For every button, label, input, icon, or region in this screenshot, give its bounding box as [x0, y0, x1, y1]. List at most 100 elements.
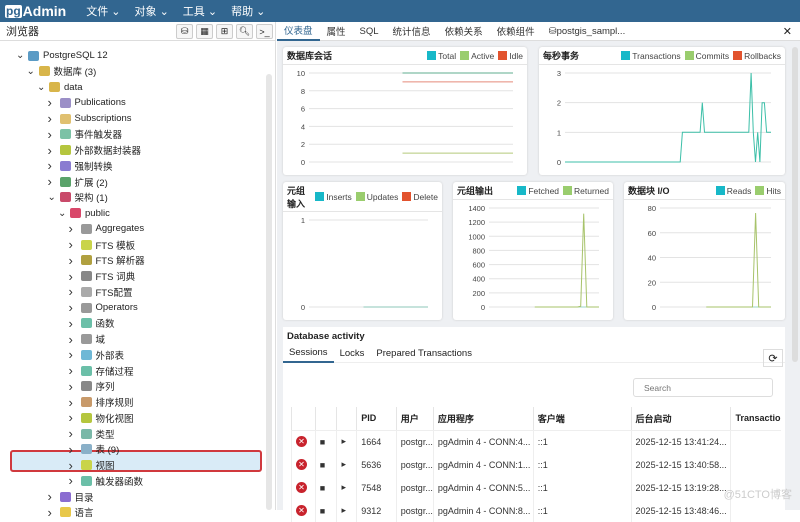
column-header[interactable]: 应用程序 [432, 407, 534, 431]
tree-item[interactable]: › FTS 词典 [0, 269, 265, 284]
tree-item[interactable]: › 表 (9) [0, 442, 265, 457]
legend-item[interactable]: Returned [574, 186, 609, 196]
tree-item[interactable]: › 触发器函数 [0, 473, 265, 488]
chevron-right-icon[interactable]: › [48, 505, 58, 520]
tab-4[interactable]: 依赖关系 [438, 22, 490, 41]
chevron-right-icon[interactable]: › [69, 442, 79, 457]
chevron-right-icon[interactable]: › [48, 158, 58, 173]
chevron-right-icon[interactable]: › [69, 395, 79, 410]
terminate-icon[interactable]: ✕ [296, 459, 307, 470]
chevron-right-icon[interactable]: › [48, 143, 58, 158]
stop-icon[interactable]: ■ [314, 476, 337, 499]
column-header[interactable]: PID [356, 407, 397, 431]
tree-item[interactable]: › 强制转换 [0, 158, 265, 173]
tree-item[interactable]: › 域 [0, 332, 265, 347]
menu-3[interactable]: 帮助 ⌄ [231, 3, 265, 19]
expand-icon[interactable]: ▸ [336, 453, 357, 476]
tree-item[interactable]: › 目录 [0, 489, 265, 504]
tree-item[interactable]: › 外部表 [0, 347, 265, 362]
tab-6[interactable]: ⛁ postgis_sampl... [542, 22, 633, 41]
legend-item[interactable]: Active [471, 51, 494, 61]
legend-item[interactable]: Inserts [326, 192, 352, 202]
tab-2[interactable]: SQL [353, 22, 386, 41]
tree-item[interactable]: › 序列 [0, 379, 265, 394]
legend-item[interactable]: Rollbacks [744, 51, 781, 61]
main-scrollbar[interactable] [792, 47, 798, 362]
chevron-right-icon[interactable]: › [69, 379, 79, 394]
legend-item[interactable]: Fetched [528, 186, 559, 196]
chevron-right-icon[interactable]: › [48, 111, 58, 126]
tree-item[interactable]: › Publications [0, 95, 265, 110]
tab-0[interactable]: 仪表盘 [277, 22, 320, 41]
tree-item[interactable]: › 扩展 (2) [0, 174, 265, 189]
tree-item[interactable]: › Operators [0, 300, 265, 315]
expand-icon[interactable]: ▸ [336, 476, 357, 499]
tree-item[interactable]: › 函数 [0, 316, 265, 331]
activity-tab-2[interactable]: Prepared Transactions [370, 345, 478, 363]
chevron-down-icon[interactable]: ⌄ [37, 82, 47, 93]
tree-scrollbar[interactable] [266, 74, 272, 510]
tree-item[interactable]: ⌄ data [0, 80, 265, 95]
chevron-right-icon[interactable]: › [69, 221, 79, 236]
expand-icon[interactable]: ▸ [336, 499, 357, 522]
chevron-down-icon[interactable]: ⌄ [16, 50, 26, 61]
chevron-right-icon[interactable]: › [48, 127, 58, 142]
legend-item[interactable]: Delete [413, 192, 438, 202]
search-icon[interactable]: 🔍︎ [236, 24, 253, 39]
menu-2[interactable]: 工具 ⌄ [183, 3, 217, 19]
close-icon[interactable]: ✕ [783, 25, 792, 38]
chevron-down-icon[interactable]: ⌄ [27, 66, 37, 77]
tree-item[interactable]: › Aggregates [0, 221, 265, 236]
chevron-right-icon[interactable]: › [69, 237, 79, 252]
chevron-right-icon[interactable]: › [69, 410, 79, 425]
chevron-down-icon[interactable]: ⌄ [58, 208, 68, 219]
tree-item[interactable]: › 存储过程 [0, 363, 265, 378]
legend-item[interactable]: Reads [727, 186, 752, 196]
chevron-right-icon[interactable]: › [69, 253, 79, 268]
activity-tab-0[interactable]: Sessions [283, 345, 334, 363]
chevron-right-icon[interactable]: › [69, 347, 79, 362]
chevron-right-icon[interactable]: › [69, 284, 79, 299]
tab-1[interactable]: 属性 [320, 22, 353, 41]
db-icon[interactable]: ⛁ [176, 24, 193, 39]
terminate-icon[interactable]: ✕ [296, 436, 307, 448]
chevron-right-icon[interactable]: › [48, 174, 58, 189]
chevron-right-icon[interactable]: › [48, 95, 58, 110]
legend-item[interactable]: Commits [696, 51, 730, 61]
chevron-right-icon[interactable]: › [69, 269, 79, 284]
tree-item[interactable]: ⌄ 数据库 (3) [0, 64, 265, 79]
chevron-right-icon[interactable]: › [69, 426, 79, 441]
menu-0[interactable]: 文件 ⌄ [86, 3, 120, 19]
tree-item[interactable]: › FTS配置 [0, 284, 265, 299]
tree-item[interactable]: › 排序规则 [0, 395, 265, 410]
column-header[interactable]: 用户 [395, 407, 434, 431]
legend-item[interactable]: Updates [367, 192, 399, 202]
chevron-right-icon[interactable]: › [69, 300, 79, 315]
tree-item[interactable]: ⌄ public [0, 206, 265, 221]
tree-item[interactable]: › FTS 解析器 [0, 253, 265, 268]
tree-item[interactable]: › 视图 [0, 458, 265, 473]
tab-5[interactable]: 依赖组件 [490, 22, 542, 41]
refresh-button[interactable]: ⟳ [763, 349, 783, 367]
tree-item[interactable]: › 事件触发器 [0, 127, 265, 142]
tree-item[interactable]: ⌄ PostgreSQL 12 [0, 48, 265, 63]
tree-item[interactable]: › 外部数据封装器 [0, 143, 265, 158]
expand-icon[interactable]: ▸ [336, 430, 357, 453]
terminal-icon[interactable]: >_ [256, 24, 273, 39]
legend-item[interactable]: Idle [509, 51, 523, 61]
tab-3[interactable]: 统计信息 [386, 22, 438, 41]
chevron-right-icon[interactable]: › [69, 363, 79, 378]
legend-item[interactable]: Total [438, 51, 456, 61]
tree-item[interactable]: › FTS 模板 [0, 237, 265, 252]
tree-item[interactable]: › 类型 [0, 426, 265, 441]
tree-item[interactable]: ⌄ 架构 (1) [0, 190, 265, 205]
terminate-icon[interactable]: ✕ [296, 482, 307, 493]
terminate-icon[interactable]: ✕ [296, 505, 307, 516]
legend-item[interactable]: Transactions [632, 51, 680, 61]
search-input[interactable] [633, 378, 773, 397]
activity-tab-1[interactable]: Locks [334, 345, 371, 363]
chevron-right-icon[interactable]: › [69, 316, 79, 331]
menu-1[interactable]: 对象 ⌄ [135, 3, 169, 19]
chevron-right-icon[interactable]: › [69, 473, 79, 488]
chevron-right-icon[interactable]: › [48, 489, 58, 504]
